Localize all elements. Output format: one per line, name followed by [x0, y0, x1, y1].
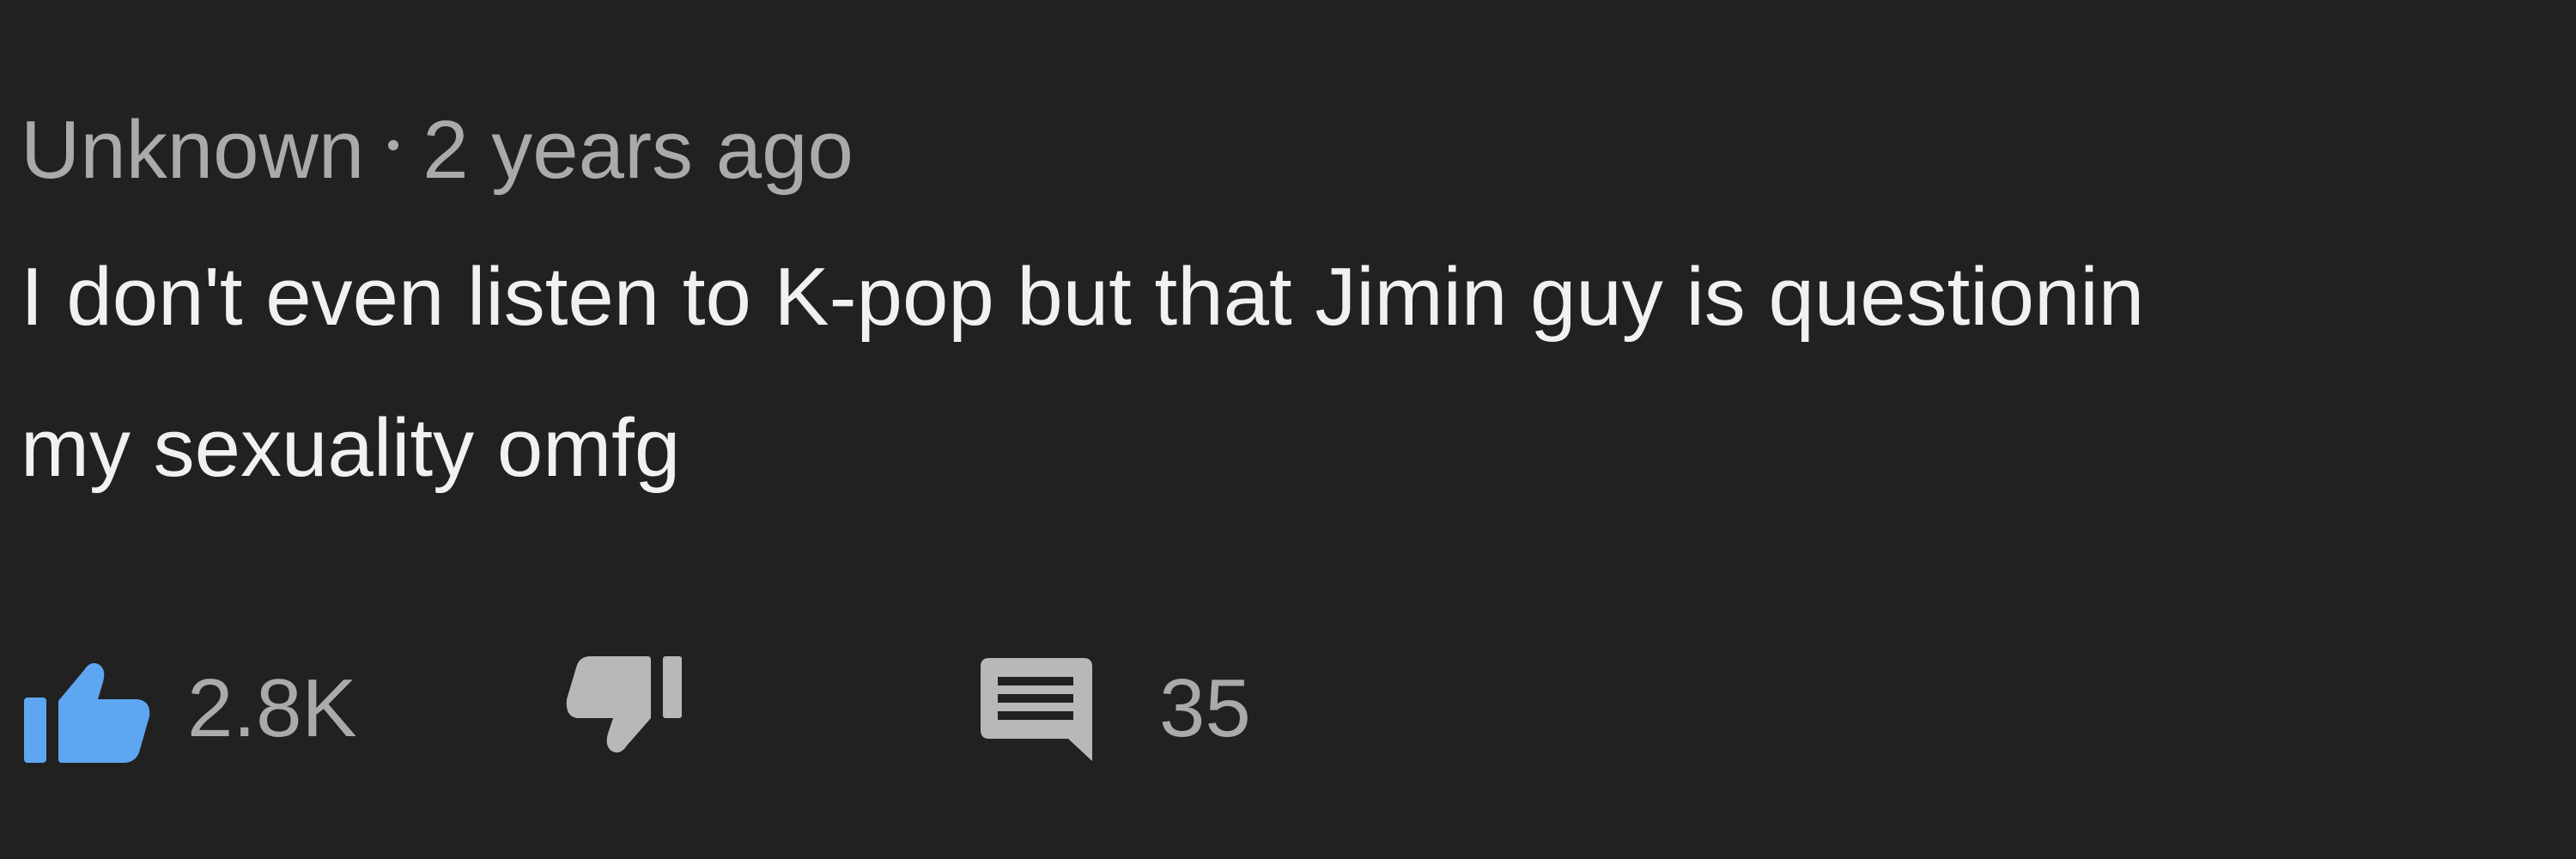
- comment-text: I don't even listen to K-pop but that Ji…: [21, 222, 2576, 524]
- comment-timestamp[interactable]: 2 years ago: [422, 103, 854, 198]
- like-count: 2.8K: [187, 662, 357, 754]
- thumbs-down-icon: [566, 656, 682, 752]
- comment-text-line: my sexuality omfg: [21, 402, 681, 494]
- comment-author[interactable]: Unknown: [21, 103, 364, 198]
- like-button[interactable]: 2.8K: [21, 653, 356, 765]
- comment-header: Unknown 2 years ago: [21, 103, 854, 198]
- reply-button[interactable]: 35: [972, 653, 1251, 765]
- comment-text-line: I don't even listen to K-pop but that Ji…: [21, 251, 2145, 343]
- comment-actions: 2.8K 35: [21, 653, 1309, 765]
- dislike-button[interactable]: [563, 653, 692, 765]
- comment-icon: [981, 658, 1092, 761]
- thumbs-up-icon: [24, 663, 150, 763]
- reply-count: 35: [1159, 662, 1251, 754]
- comment: Unknown 2 years ago I don't even listen …: [21, 0, 2576, 859]
- separator-dot: [388, 140, 399, 150]
